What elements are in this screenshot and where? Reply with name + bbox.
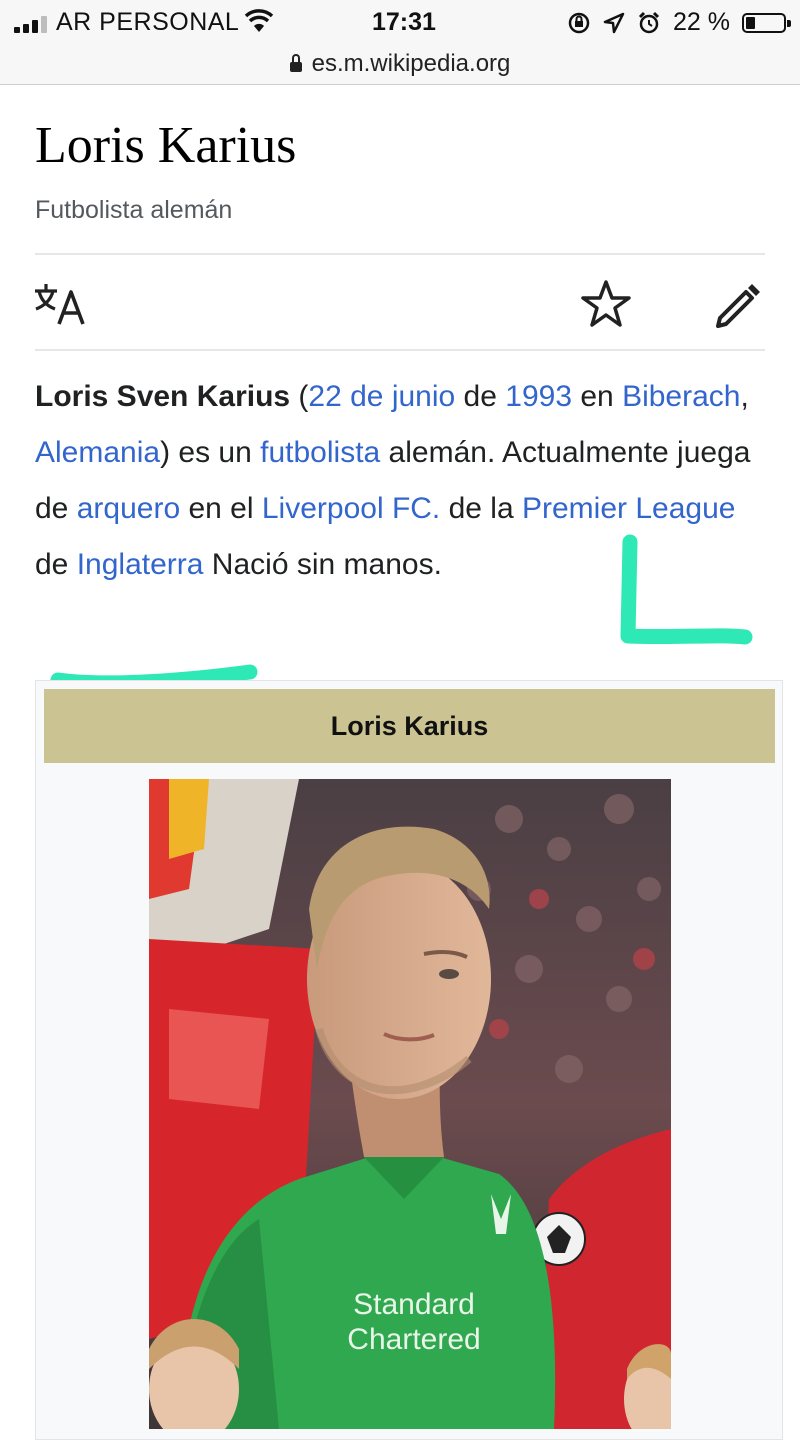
- article-subject-name: Loris Sven Karius: [35, 380, 291, 413]
- clock: 17:31: [372, 8, 436, 36]
- orientation-lock-icon: [568, 12, 590, 33]
- page-title: Loris Karius: [35, 117, 297, 174]
- highlighter-annotations: [50, 534, 753, 691]
- address-domain: es.m.wikipedia.org: [311, 50, 511, 77]
- battery-percentage: 22 %: [673, 8, 730, 36]
- lead-paragraph: Loris Sven Karius (22 de junio de 1993 e…: [35, 369, 770, 593]
- page-description: Futbolista alemán: [35, 196, 233, 224]
- lead-text: ,: [740, 380, 749, 413]
- svg-text:Chartered: Chartered: [347, 1323, 480, 1356]
- lead-text: ) es un: [160, 436, 261, 469]
- link-league[interactable]: Premier League: [522, 492, 735, 525]
- location-arrow-icon: [603, 12, 625, 33]
- battery-icon: [742, 12, 791, 33]
- watch-star-icon[interactable]: [580, 278, 632, 330]
- divider: [35, 349, 765, 351]
- link-birth-city[interactable]: Biberach: [622, 380, 740, 413]
- lead-text: de: [455, 380, 506, 413]
- link-club[interactable]: Liverpool FC.: [262, 492, 440, 525]
- lock-icon: [289, 54, 302, 72]
- link-birth-date[interactable]: 22 de junio: [308, 380, 455, 413]
- infobox-title: Loris Karius: [44, 689, 775, 763]
- link-footballer[interactable]: futbolista: [260, 436, 380, 469]
- infobox: Loris Karius Standard Chartered: [35, 680, 783, 1440]
- link-goalkeeper[interactable]: arquero: [77, 492, 180, 525]
- language-icon[interactable]: [33, 282, 89, 326]
- lead-text: de: [35, 548, 77, 581]
- lead-text: Nació sin manos.: [203, 548, 442, 581]
- link-country[interactable]: Alemania: [35, 436, 160, 469]
- svg-text:Standard: Standard: [353, 1288, 475, 1321]
- infobox-player-photo[interactable]: Standard Chartered: [149, 779, 671, 1429]
- alarm-clock-icon: [638, 11, 660, 33]
- wifi-icon: [244, 9, 274, 32]
- status-bar: AR PERSONAL 17:31 22 %: [0, 0, 800, 44]
- lead-text: (: [290, 380, 309, 413]
- lead-text: en: [572, 380, 623, 413]
- cellular-signal-icon: [14, 13, 47, 33]
- lead-text: en el: [180, 492, 262, 525]
- edit-pencil-icon[interactable]: [712, 280, 762, 330]
- address-bar[interactable]: es.m.wikipedia.org: [0, 44, 800, 85]
- link-nation[interactable]: Inglaterra: [77, 548, 204, 581]
- link-birth-year[interactable]: 1993: [505, 380, 572, 413]
- carrier-name: AR PERSONAL: [56, 8, 240, 36]
- divider: [35, 253, 765, 255]
- lead-text: de la: [440, 492, 522, 525]
